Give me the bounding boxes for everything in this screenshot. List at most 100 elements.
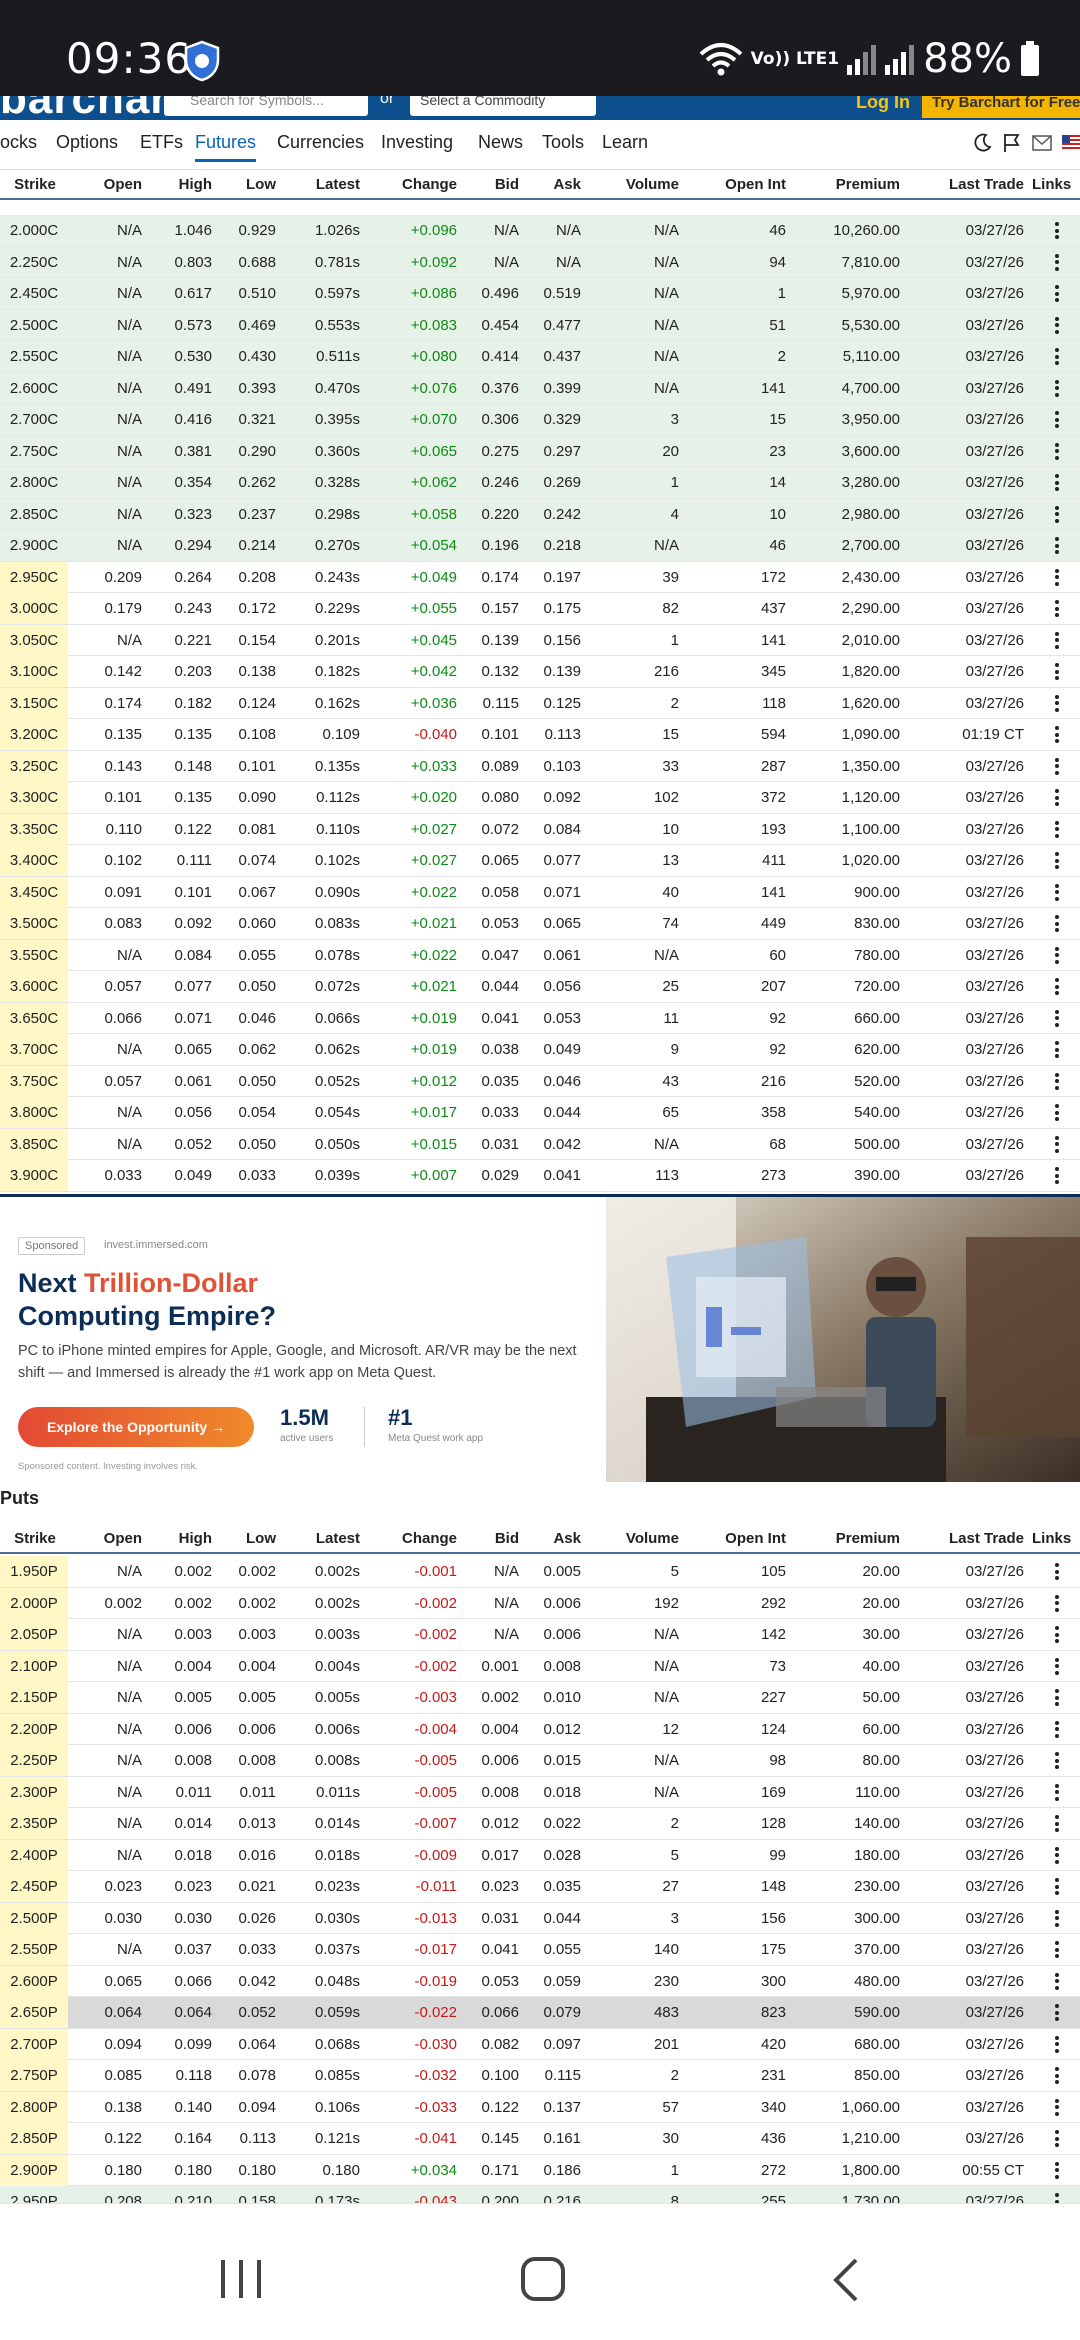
cell-strike[interactable]: 2.400P [0, 1839, 68, 1871]
cell-strike[interactable]: 2.350P [0, 1808, 68, 1839]
column-header-strike[interactable]: Strike [2, 1524, 68, 1554]
cell-strike[interactable]: 3.850C [0, 1128, 68, 1160]
back-icon[interactable] [830, 2258, 860, 2302]
option-row[interactable]: 2.950C 0.209 0.264 0.208 0.243s +0.049 0.174 0.… [0, 561, 1080, 593]
cell-strike[interactable]: 3.150C [0, 687, 68, 719]
cell-strike[interactable]: 3.250C [0, 750, 68, 782]
option-row[interactable]: 2.900C N/A 0.294 0.214 0.270s +0.054 0.196 0.21… [0, 530, 1080, 562]
option-row[interactable]: 1.950P N/A 0.002 0.002 0.002s -0.001 N/A 0.005 5… [0, 1556, 1080, 1588]
option-row[interactable]: 3.600C 0.057 0.077 0.050 0.072s +0.021 0.044 0.… [0, 971, 1080, 1003]
option-row[interactable]: 2.500P 0.030 0.030 0.026 0.030s -0.013 0.031 0.… [0, 1902, 1080, 1934]
row-menu-icon[interactable] [1055, 2098, 1059, 2116]
cell-strike[interactable]: 2.050P [0, 1619, 68, 1650]
option-row[interactable]: 2.850C N/A 0.323 0.237 0.298s +0.058 0.220 0.24… [0, 498, 1080, 530]
column-header-volume[interactable]: Volume [581, 170, 679, 200]
cell-strike[interactable]: 3.750C [0, 1065, 68, 1097]
column-header-open-int[interactable]: Open Int [679, 1524, 786, 1554]
row-menu-icon[interactable] [1055, 2193, 1059, 2203]
option-row[interactable]: 2.350P N/A 0.014 0.013 0.014s -0.007 0.012 0.02… [0, 1808, 1080, 1840]
option-row[interactable]: 3.850C N/A 0.052 0.050 0.050s +0.015 0.031 0.04… [0, 1128, 1080, 1160]
option-row[interactable]: 3.350C 0.110 0.122 0.081 0.110s +0.027 0.072 0.… [0, 813, 1080, 845]
cell-strike[interactable]: 3.650C [0, 1002, 68, 1034]
option-row[interactable]: 2.250P N/A 0.008 0.008 0.008s -0.005 0.006 0.01… [0, 1745, 1080, 1777]
row-menu-icon[interactable] [1055, 1941, 1059, 1958]
row-menu-icon[interactable] [1055, 442, 1059, 460]
option-row[interactable]: 2.250C N/A 0.803 0.688 0.781s +0.092 N/A N/A N/A… [0, 246, 1080, 278]
row-menu-icon[interactable] [1055, 348, 1059, 365]
column-header-bid[interactable]: Bid [457, 1524, 519, 1554]
row-menu-icon[interactable] [1055, 2130, 1059, 2147]
us-flag-icon[interactable] [1062, 135, 1080, 151]
cell-strike[interactable]: 3.050C [0, 624, 68, 656]
row-menu-icon[interactable] [1055, 1752, 1059, 1769]
row-menu-icon[interactable] [1055, 222, 1059, 239]
free-trial-button[interactable]: Try Barchart for Free [922, 96, 1080, 118]
cell-strike[interactable]: 2.850C [0, 499, 68, 530]
login-link[interactable]: Log In [856, 96, 910, 113]
option-row[interactable]: 2.400P N/A 0.018 0.016 0.018s -0.009 0.017 0.02… [0, 1839, 1080, 1871]
option-row[interactable]: 2.800C N/A 0.354 0.262 0.328s +0.062 0.246 0.26… [0, 467, 1080, 499]
option-row[interactable]: 2.450C N/A 0.617 0.510 0.597s +0.086 0.496 0.51… [0, 278, 1080, 310]
option-row[interactable]: 3.550C N/A 0.084 0.055 0.078s +0.022 0.047 0.06… [0, 939, 1080, 971]
option-row[interactable]: 2.100P N/A 0.004 0.004 0.004s -0.002 0.001 0.00… [0, 1650, 1080, 1682]
cell-strike[interactable]: 2.900P [0, 2154, 68, 2186]
option-row[interactable]: 2.050P N/A 0.003 0.003 0.003s -0.002 N/A 0.006 N… [0, 1619, 1080, 1651]
row-menu-icon[interactable] [1055, 1594, 1059, 1612]
row-menu-icon[interactable] [1055, 1689, 1059, 1706]
column-header-bid[interactable]: Bid [457, 170, 519, 200]
row-menu-icon[interactable] [1055, 505, 1059, 523]
column-header-high[interactable]: High [142, 1524, 212, 1554]
cell-strike[interactable]: 2.600C [0, 373, 68, 404]
row-menu-icon[interactable] [1055, 1846, 1059, 1864]
row-menu-icon[interactable] [1055, 1720, 1059, 1738]
row-menu-icon[interactable] [1055, 1657, 1059, 1675]
option-row[interactable]: 2.850P 0.122 0.164 0.113 0.121s -0.041 0.145 0.… [0, 2123, 1080, 2155]
row-menu-icon[interactable] [1055, 1104, 1059, 1121]
row-menu-icon[interactable] [1055, 978, 1059, 995]
row-menu-icon[interactable] [1055, 883, 1059, 901]
option-row[interactable]: 2.150P N/A 0.005 0.005 0.005s -0.003 0.002 0.01… [0, 1682, 1080, 1714]
cell-strike[interactable]: 2.700C [0, 404, 68, 435]
row-menu-icon[interactable] [1055, 1135, 1059, 1153]
cell-strike[interactable]: 2.600P [0, 1965, 68, 1997]
cell-strike[interactable]: 3.800C [0, 1097, 68, 1128]
row-menu-icon[interactable] [1055, 1972, 1059, 1990]
row-menu-icon[interactable] [1055, 1563, 1059, 1580]
row-menu-icon[interactable] [1055, 789, 1059, 806]
column-header-premium[interactable]: Premium [786, 1524, 900, 1554]
column-header-premium[interactable]: Premium [786, 170, 900, 200]
column-header-high[interactable]: High [142, 170, 212, 200]
cell-strike[interactable]: 3.100C [0, 656, 68, 687]
nav-learn[interactable]: Learn [602, 132, 648, 153]
option-row[interactable]: 2.000C N/A 1.046 0.929 1.026s +0.096 N/A N/A N/A… [0, 215, 1080, 247]
row-menu-icon[interactable] [1055, 379, 1059, 397]
row-menu-icon[interactable] [1055, 253, 1059, 271]
option-row[interactable]: 3.750C 0.057 0.061 0.050 0.052s +0.012 0.035 0.… [0, 1065, 1080, 1097]
row-menu-icon[interactable] [1055, 1072, 1059, 1090]
symbol-search-input[interactable]: Search for Symbols... [164, 96, 368, 116]
cell-strike[interactable]: 2.500C [0, 310, 68, 341]
row-menu-icon[interactable] [1055, 285, 1059, 302]
cell-strike[interactable]: 2.900C [0, 530, 68, 561]
row-menu-icon[interactable] [1055, 1167, 1059, 1184]
column-header-low[interactable]: Low [212, 170, 276, 200]
option-row[interactable]: 3.650C 0.066 0.071 0.046 0.066s +0.019 0.041 0.… [0, 1002, 1080, 1034]
cell-strike[interactable]: 3.450C [0, 876, 68, 908]
cell-strike[interactable]: 3.700C [0, 1034, 68, 1065]
row-menu-icon[interactable] [1055, 757, 1059, 775]
column-header-low[interactable]: Low [212, 1524, 276, 1554]
cell-strike[interactable]: 2.750C [0, 436, 68, 467]
row-menu-icon[interactable] [1055, 1041, 1059, 1058]
cell-strike[interactable]: 3.600C [0, 971, 68, 1002]
option-row[interactable]: 2.700C N/A 0.416 0.321 0.395s +0.070 0.306 0.32… [0, 404, 1080, 436]
option-row[interactable]: 2.300P N/A 0.011 0.011 0.011s -0.005 0.008 0.01… [0, 1776, 1080, 1808]
option-row[interactable]: 3.450C 0.091 0.101 0.067 0.090s +0.022 0.058 0.… [0, 876, 1080, 908]
cell-strike[interactable]: 2.850P [0, 2123, 68, 2154]
option-row[interactable]: 2.500C N/A 0.573 0.469 0.553s +0.083 0.454 0.47… [0, 309, 1080, 341]
column-header-ask[interactable]: Ask [519, 1524, 581, 1554]
option-row[interactable]: 3.150C 0.174 0.182 0.124 0.162s +0.036 0.115 0.… [0, 687, 1080, 719]
row-menu-icon[interactable] [1055, 2161, 1059, 2179]
cell-strike[interactable]: 2.950C [0, 561, 68, 593]
row-menu-icon[interactable] [1055, 915, 1059, 932]
column-header-volume[interactable]: Volume [581, 1524, 679, 1554]
